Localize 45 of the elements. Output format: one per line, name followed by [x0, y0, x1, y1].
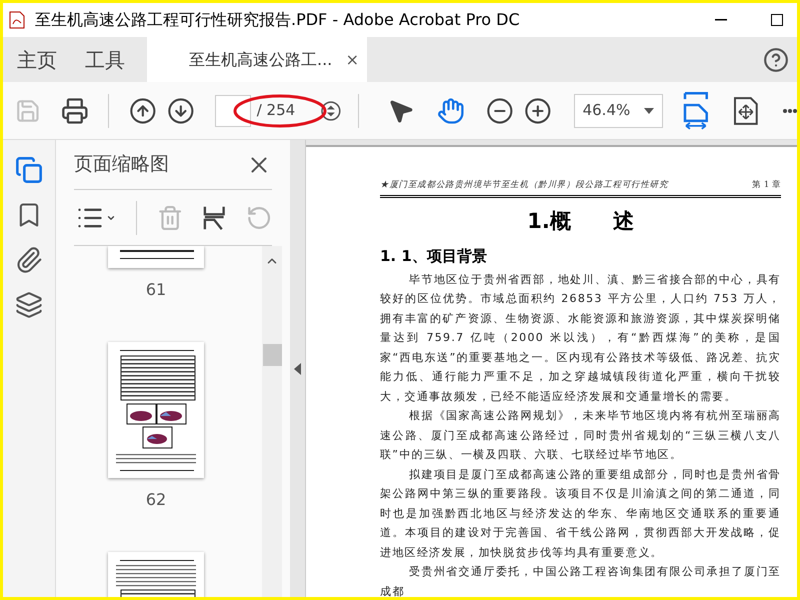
body-paragraph: 毕节地区位于贵州省西部，地处川、滇、黔三省接合部的中心，具有较好的区位优势。市域总面积约 26853 平方公里，人口约 753 万人，拥有丰富的矿产资源、生物资源、水能资源和旅游资源，其中煤炭探明储量达到 759.7 亿吨（2000 米以浅），有“黔西煤海”的美称，是国家“西电东送”的重要基地之一。区内现有公路技术等级低、路况差、抗灾能力低、通行能力严重不足，加之穿越城镇段街道化严重，横向干扰较大，交通事故频发，已经不能适应经济发展和交通量增长的需要。 — [380, 272, 781, 405]
section-heading: 1. 1、项目背景 — [380, 246, 488, 268]
layers-icon[interactable] — [15, 291, 43, 319]
printer-icon[interactable] — [60, 96, 88, 124]
paperclip-icon[interactable] — [15, 246, 43, 274]
document-tab[interactable]: 至生机高速公路工... × — [147, 37, 367, 82]
window-title: 至生机高速公路工程可行性研究报告.PDF - Adobe Acrobat Pro DC — [35, 9, 520, 31]
help-icon[interactable] — [763, 46, 789, 72]
panel-collapse-handle[interactable] — [290, 140, 306, 597]
zoom-dropdown[interactable]: 46.4% — [574, 94, 663, 128]
zoom-out-icon[interactable] — [486, 96, 514, 124]
page-count: / 254 — [256, 100, 296, 122]
chapter-label: 第 1 章 — [752, 179, 781, 192]
scrollbar[interactable] — [262, 246, 282, 597]
previous-page-icon[interactable] — [129, 96, 158, 124]
zoom-value: 46.4% — [582, 100, 630, 122]
caret-icon — [644, 108, 654, 114]
page-thumbnail[interactable] — [108, 342, 204, 478]
more-icon[interactable] — [783, 108, 797, 112]
panel-title: 页面缩略图 — [74, 152, 169, 178]
nav-tab[interactable]: 工具 — [83, 40, 127, 80]
page-stepper-icon[interactable] — [321, 100, 341, 120]
hand-icon[interactable] — [436, 96, 464, 124]
chapter-title: 1.概 述 — [527, 208, 634, 235]
page-number-label: 62 — [146, 489, 166, 511]
page-number-label: 61 — [146, 279, 166, 301]
scrollbar-thumb[interactable] — [262, 344, 282, 366]
close-tab-button[interactable]: × — [346, 48, 359, 72]
maximize-icon[interactable] — [771, 14, 783, 26]
running-header: ★厦门至成都公路贵州境毕节至生机（黔川界）段公路工程可行性研究 — [380, 179, 668, 192]
zoom-in-icon[interactable] — [524, 96, 552, 124]
nav-tab[interactable]: 主页 — [15, 40, 59, 80]
fit-page-icon[interactable] — [682, 90, 708, 130]
body-paragraph: 拟建项目是厦门至成都高速公路的重要组成部分，同时也是贵州省骨架公路网中第三纵的重要路段。该项目不仅是川渝滇之间的第二通道，同时也是加强黔西北地区与经济发达的华东、华南地区交通联系的重要通道。本项目的建设对于完善国、省干线公路网，贯彻西部大开发战略，促进地区经济发展，加快脱贫步伐等均具有重要意义。 — [380, 466, 781, 561]
body-paragraph: 根据《国家高速公路网规划》，未来毕节地区境内将有杭州至瑞丽高速公路、厦门至成都高速公路经过，同时贵州省规划的“三纵三横八支八联”中的三纵、一横及四联、六联、七联经过毕节地区。 — [380, 408, 781, 464]
body-paragraph: 受贵州省交通厅委托，中国公路工程咨询集团有限公司承担了厦门至成都 — [380, 564, 781, 597]
extract-pages-icon[interactable] — [203, 204, 226, 232]
pages-icon[interactable] — [15, 156, 43, 184]
document-tab-label: 至生机高速公路工... — [189, 48, 332, 70]
page-thumbnail[interactable] — [108, 246, 204, 268]
pdf-file-icon — [9, 11, 25, 29]
page-move-icon[interactable] — [733, 96, 760, 126]
minimize-icon[interactable] — [715, 19, 727, 21]
next-page-icon[interactable] — [167, 96, 195, 124]
collapse-icon — [294, 362, 301, 374]
